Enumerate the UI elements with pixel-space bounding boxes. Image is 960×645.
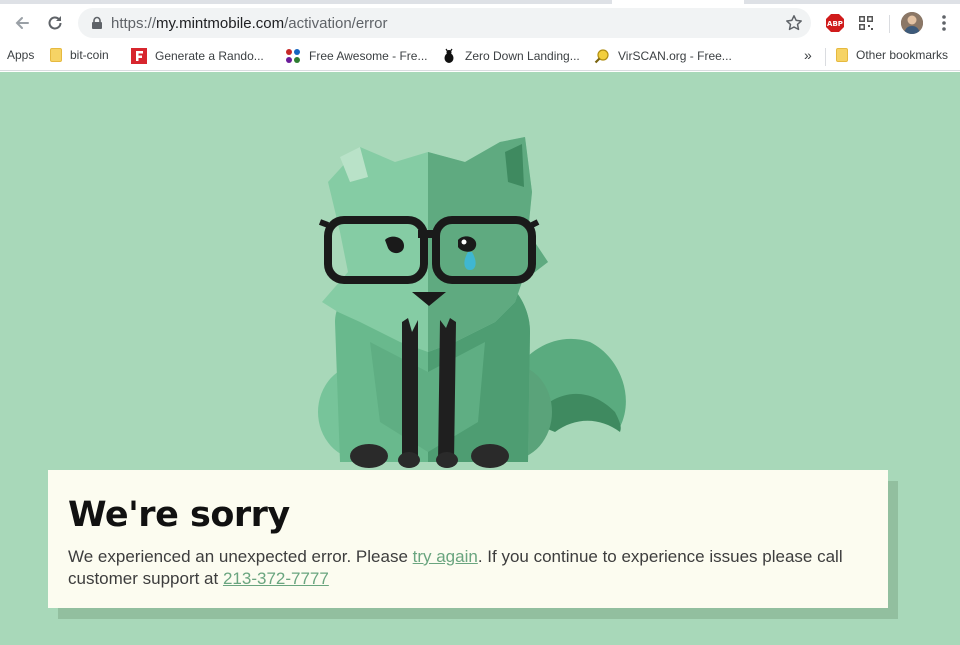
bug-logo-icon: [444, 48, 454, 63]
bookmark-virscan[interactable]: VirSCAN.org - Free...: [594, 48, 732, 64]
page-title: We're sorry: [68, 495, 290, 535]
address-bar[interactable]: https://my.mintmobile.com/activation/err…: [78, 8, 811, 38]
support-phone-link[interactable]: 213-372-7777: [223, 569, 329, 588]
magnifier-logo-icon: [594, 49, 609, 64]
bookmark-star-icon[interactable]: [785, 14, 803, 32]
reload-icon[interactable]: [43, 11, 67, 35]
bookmark-label: Free Awesome - Fre...: [309, 49, 428, 63]
adblock-plus-icon[interactable]: ABP: [825, 13, 845, 33]
bookmark-folder-bit-coin[interactable]: bit-coin: [50, 48, 109, 62]
url-host: my.mintmobile.com: [156, 15, 285, 32]
folder-icon: [50, 48, 62, 62]
bookmark-label: Zero Down Landing...: [465, 49, 580, 63]
bookmark-apps-label: Apps: [7, 48, 35, 62]
bookmark-generate-random[interactable]: Generate a Rando...: [131, 48, 264, 64]
try-again-link[interactable]: try again: [413, 547, 478, 566]
bookmark-label: Generate a Rando...: [155, 49, 264, 63]
url-scheme: https://: [111, 15, 157, 32]
qr-code-icon[interactable]: [856, 13, 876, 33]
error-card: We're sorry We experienced an unexpected…: [48, 470, 888, 608]
back-arrow-icon[interactable]: [10, 11, 34, 35]
svg-text:ABP: ABP: [827, 20, 843, 28]
bookmark-label: VirSCAN.org - Free...: [618, 49, 732, 63]
bookmark-apps[interactable]: Apps: [7, 48, 34, 62]
bookmark-zero-down[interactable]: Zero Down Landing...: [441, 48, 580, 64]
url-text[interactable]: https://my.mintmobile.com/activation/err…: [111, 15, 388, 32]
bookmark-free-awesome[interactable]: Free Awesome - Fre...: [285, 48, 427, 64]
grid-logo-icon: [286, 49, 300, 63]
bookmark-label: bit-coin: [70, 48, 109, 62]
error-message: We experienced an unexpected error. Plea…: [68, 546, 868, 590]
url-path: /activation/error: [284, 15, 388, 32]
overflow-label: »: [804, 47, 812, 63]
bookmarks-divider: [825, 48, 826, 66]
f-logo-icon: [131, 48, 147, 64]
toolbar-divider: [889, 15, 890, 33]
profile-avatar[interactable]: [901, 12, 923, 34]
fox-mascot-illustration: [318, 137, 626, 468]
page-content: We're sorry We experienced an unexpected…: [0, 72, 960, 645]
bookmarks-overflow-chevron[interactable]: »: [804, 47, 812, 63]
message-text-1: We experienced an unexpected error. Plea…: [68, 547, 413, 566]
lock-icon: [92, 16, 102, 29]
bookmarks-bar: Apps bit-coin Generate a Rando... Free A…: [0, 42, 960, 71]
folder-icon: [836, 48, 848, 62]
browser-toolbar: https://my.mintmobile.com/activation/err…: [0, 4, 960, 42]
more-menu-icon[interactable]: [934, 12, 954, 34]
bookmark-other-folder[interactable]: Other bookmarks: [836, 48, 948, 62]
bookmark-label: Other bookmarks: [856, 48, 949, 62]
